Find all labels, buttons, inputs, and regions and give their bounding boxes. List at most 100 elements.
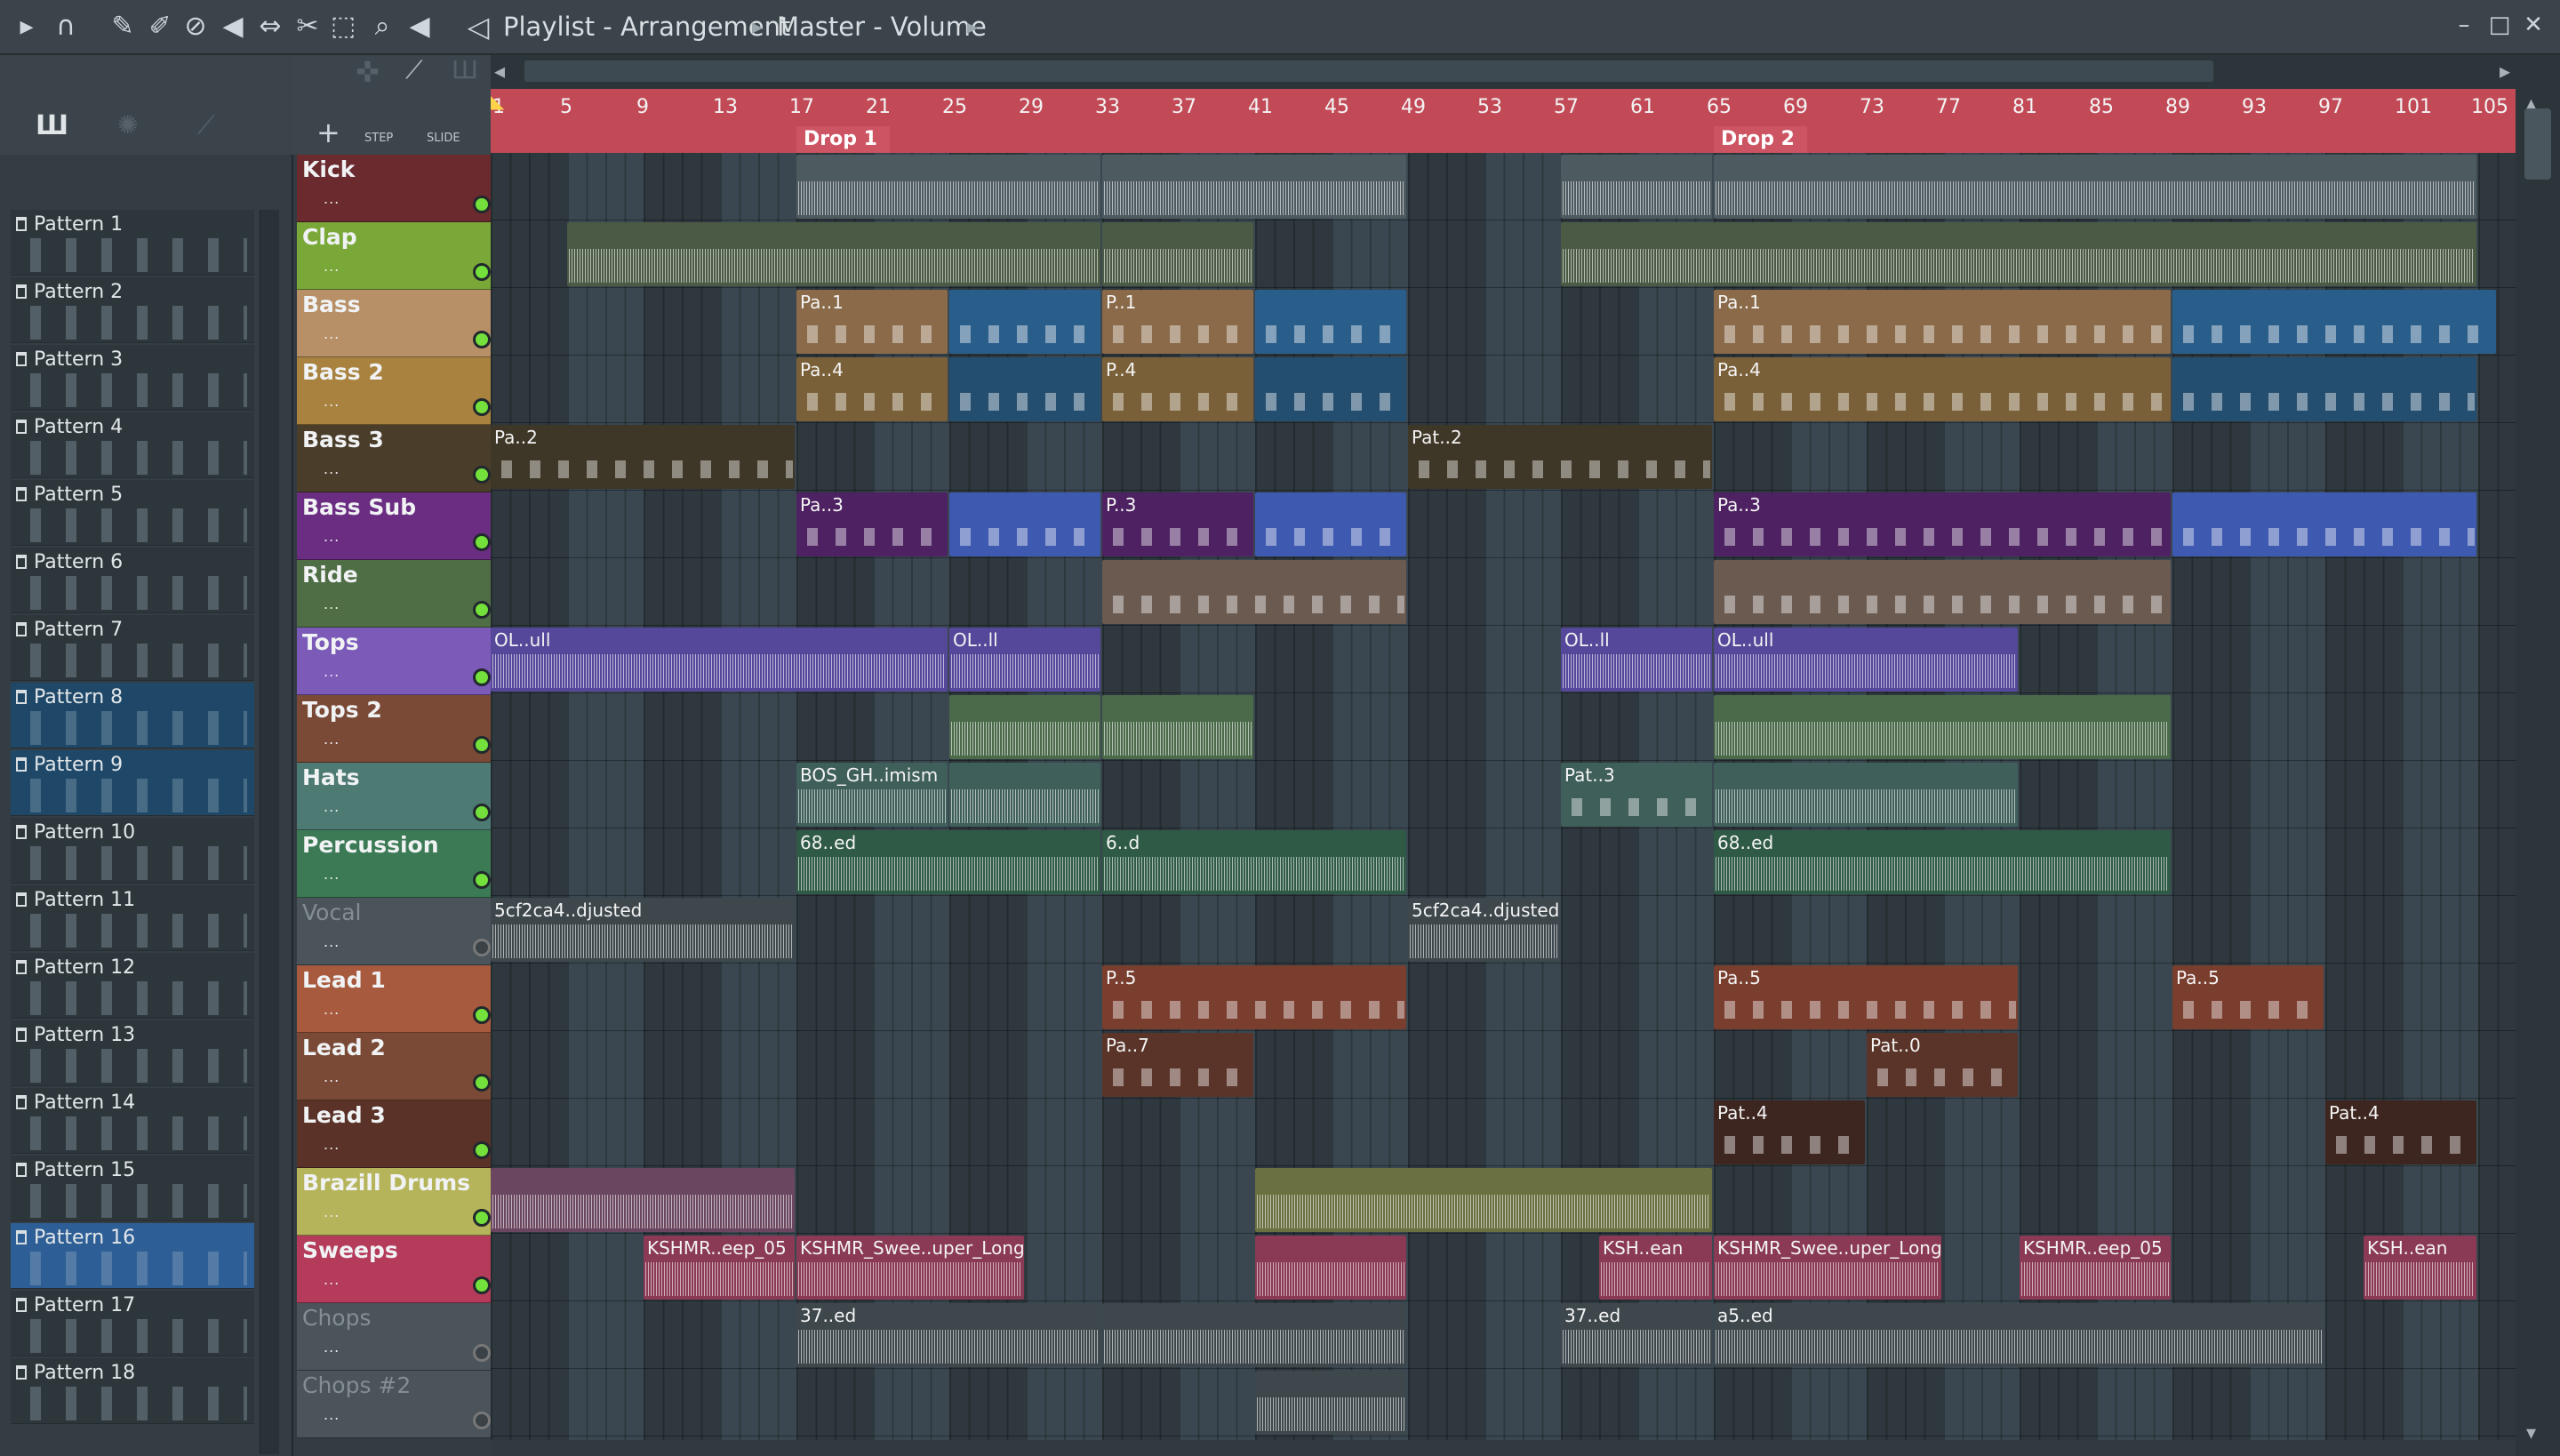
playlist-clip[interactable]: 37..ed — [796, 1303, 1100, 1367]
keys-icon[interactable]: Ш — [452, 55, 478, 84]
playlist-clip[interactable]: 68..ed — [1714, 830, 2171, 894]
track-options-icon[interactable]: ... — [324, 933, 340, 950]
playlist-clip[interactable]: Pat..4 — [2325, 1100, 2476, 1164]
track-header[interactable]: Tops 2... — [297, 695, 498, 763]
playlist-clip[interactable]: KSHMR_Swee..uper_Long — [1714, 1236, 1941, 1300]
track-enable-led[interactable] — [473, 1344, 491, 1362]
track-header[interactable]: Vocal... — [297, 898, 498, 965]
track-enable-led[interactable] — [473, 1412, 491, 1429]
waveform-icon[interactable]: ✺ — [117, 110, 138, 140]
track-header[interactable]: Chops #2... — [297, 1371, 498, 1438]
pattern-item[interactable]: Pattern 9 — [11, 750, 254, 816]
playlist-clip[interactable]: KSHMR..eep_05 — [644, 1236, 795, 1300]
playlist-clip[interactable]: Pat..3 — [1561, 763, 1712, 827]
track-enable-led[interactable] — [473, 871, 491, 889]
playlist-clip[interactable] — [2172, 290, 2496, 354]
track-options-icon[interactable]: ... — [324, 258, 340, 275]
playlist-clip[interactable] — [1102, 695, 1253, 759]
scroll-thumb[interactable] — [2524, 108, 2551, 180]
playlist-clip[interactable] — [1102, 222, 1253, 286]
track-options-icon[interactable]: ... — [324, 1001, 340, 1018]
play-arrow-icon[interactable]: ▸ — [9, 9, 44, 44]
track-header[interactable]: Bass 3... — [297, 425, 498, 492]
playback-icon[interactable]: ◀ — [402, 9, 437, 44]
playlist-clip[interactable]: Pat..0 — [1867, 1033, 2018, 1097]
playlist-clip[interactable] — [949, 492, 1100, 556]
pattern-item[interactable]: Pattern 8 — [11, 683, 254, 748]
track-enable-led[interactable] — [473, 1074, 491, 1092]
track-header[interactable]: Bass... — [297, 290, 498, 357]
playlist-clip[interactable]: OL..ll — [1561, 628, 1712, 692]
mute-icon[interactable]: ◀ — [215, 9, 251, 44]
playlist-clip[interactable]: KSHMR_Swee..uper_Long — [796, 1236, 1024, 1300]
playlist-clip[interactable]: P..1 — [1102, 290, 1253, 354]
pattern-item[interactable]: Pattern 6 — [11, 548, 254, 613]
pattern-item[interactable]: Pattern 16 — [11, 1223, 254, 1289]
playhead-icon[interactable]: ◣ — [491, 91, 504, 112]
pattern-item[interactable]: Pattern 4 — [11, 412, 254, 478]
pattern-item[interactable]: Pattern 11 — [11, 885, 254, 951]
magnet-icon[interactable]: ∩ — [48, 9, 84, 44]
overview-window[interactable] — [524, 60, 2213, 82]
playlist-lane[interactable] — [491, 1031, 2516, 1099]
breadcrumb-playlist[interactable]: Playlist - Arrangement — [503, 9, 790, 44]
pattern-item[interactable]: Pattern 12 — [11, 953, 254, 1019]
track-options-icon[interactable]: ... — [324, 1068, 340, 1085]
breadcrumb-master-volume[interactable]: Master - Volume — [777, 9, 987, 44]
playlist-grid[interactable]: Pa..1 P..1 Pa..1 Pa..4 P..4 Pa..4 Pa..2 Pat..2 P… — [491, 153, 2516, 1440]
step-mode-button[interactable]: STEP — [364, 132, 393, 145]
track-options-icon[interactable]: ... — [324, 866, 340, 883]
speaker-icon[interactable]: ◁ — [460, 9, 496, 44]
track-options-icon[interactable]: ... — [324, 663, 340, 680]
playlist-clip[interactable]: a5..ed — [1714, 1303, 2324, 1367]
playlist-lane[interactable] — [491, 828, 2516, 896]
track-header[interactable]: Bass Sub... — [297, 492, 498, 560]
track-enable-led[interactable] — [473, 601, 491, 619]
track-options-icon[interactable]: ... — [324, 731, 340, 748]
playlist-clip[interactable]: KSH..ean — [2364, 1236, 2476, 1300]
playlist-clip[interactable]: Pa..5 — [2172, 965, 2324, 1029]
playlist-clip[interactable] — [1102, 1303, 1406, 1367]
track-options-icon[interactable]: ... — [324, 1136, 340, 1153]
playlist-clip[interactable] — [949, 290, 1100, 354]
playlist-clip[interactable] — [2172, 357, 2476, 421]
track-enable-led[interactable] — [473, 804, 491, 821]
playlist-lane[interactable] — [491, 1099, 2516, 1166]
pattern-item[interactable]: Pattern 3 — [11, 345, 254, 411]
track-options-icon[interactable]: ... — [324, 1339, 340, 1356]
slide-mode-button[interactable]: SLIDE — [427, 132, 460, 145]
track-options-icon[interactable]: ... — [324, 596, 340, 612]
brush-icon[interactable]: ✐ — [142, 9, 178, 44]
track-header[interactable]: Lead 3... — [297, 1100, 498, 1168]
playlist-clip[interactable]: KSHMR..eep_05 — [2020, 1236, 2171, 1300]
playlist-clip[interactable] — [1255, 1168, 1712, 1232]
maximize-button[interactable]: □ — [2482, 7, 2517, 43]
playlist-clip[interactable]: P..3 — [1102, 492, 1253, 556]
zoom-icon[interactable]: ⌕ — [364, 9, 400, 44]
track-enable-led[interactable] — [473, 1276, 491, 1294]
playlist-clip[interactable] — [1561, 222, 2476, 286]
track-header[interactable]: Brazill Drums... — [297, 1168, 498, 1236]
track-header[interactable]: Bass 2... — [297, 357, 498, 425]
timeline-marker[interactable]: Drop 1 — [796, 126, 890, 153]
playlist-clip[interactable]: Pa..3 — [796, 492, 948, 556]
playlist-clip[interactable]: OL..ull — [491, 628, 948, 692]
track-header[interactable]: Ride... — [297, 560, 498, 628]
track-enable-led[interactable] — [473, 939, 491, 956]
playlist-clip[interactable] — [1255, 1236, 1406, 1300]
playlist-clip[interactable] — [949, 763, 1100, 827]
track-enable-led[interactable] — [473, 196, 491, 213]
song-overview-strip[interactable]: ◂ ▸ — [491, 55, 2516, 89]
slip-icon[interactable]: ⇔ — [252, 9, 288, 44]
pattern-item[interactable]: Pattern 5 — [11, 480, 254, 546]
track-enable-led[interactable] — [473, 263, 491, 281]
playlist-clip[interactable]: Pa..5 — [1714, 965, 2018, 1029]
playlist-clip[interactable] — [567, 222, 1100, 286]
track-enable-led[interactable] — [473, 331, 491, 348]
pattern-item[interactable]: Pattern 13 — [11, 1020, 254, 1086]
track-enable-led[interactable] — [473, 1141, 491, 1159]
playlist-clip[interactable] — [796, 155, 1100, 219]
track-enable-led[interactable] — [473, 1006, 491, 1024]
playlist-lane[interactable] — [491, 693, 2516, 761]
track-enable-led[interactable] — [473, 736, 491, 754]
